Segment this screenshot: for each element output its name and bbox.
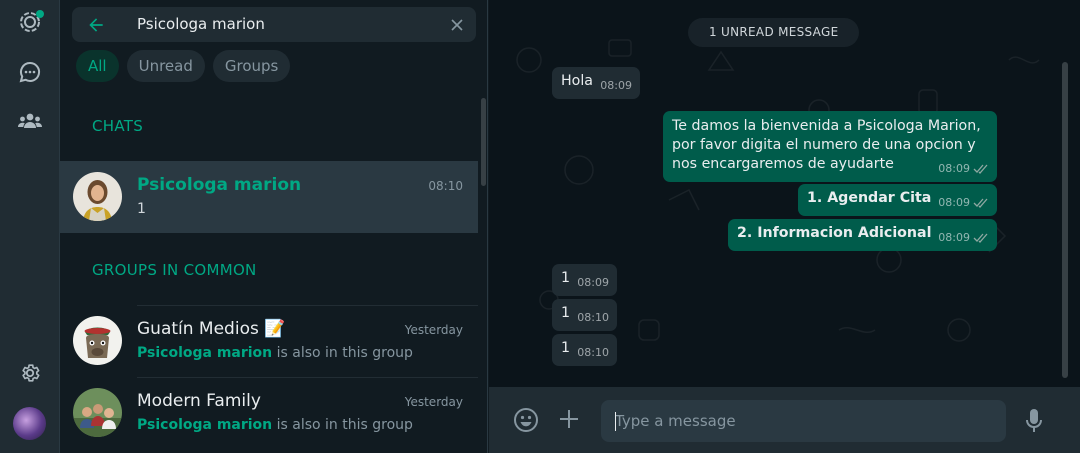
message-text: Hola	[561, 73, 593, 89]
double-check-icon	[973, 164, 988, 174]
chat-row[interactable]: Psicologa marion 08:10 1	[60, 161, 478, 233]
group-preview: Psicologa marion is also in this group	[137, 345, 413, 361]
group-preview: Psicologa marion is also in this group	[137, 417, 413, 433]
message-meta: 08:09	[938, 159, 989, 178]
chat-list-scrollbar[interactable]	[481, 98, 486, 186]
message-time: 08:10	[577, 311, 609, 324]
conversation-panel: 1 UNREAD MESSAGE Hola 08:09 Te damos la …	[489, 0, 1080, 453]
settings-icon[interactable]	[16, 359, 44, 387]
contact-avatar	[73, 172, 122, 221]
message-time: 08:09	[938, 162, 970, 175]
message-time: 08:09	[938, 196, 970, 209]
message-text: 1	[561, 270, 571, 286]
row-divider	[137, 377, 478, 378]
chat-name: Psicologa marion	[137, 175, 302, 195]
message-meta: 08:09	[600, 76, 632, 95]
group-name: Modern Family	[137, 391, 261, 411]
emoji-icon[interactable]	[513, 407, 539, 437]
message-meta: 08:09	[577, 273, 609, 292]
group-preview-suffix: is also in this group	[272, 345, 413, 361]
group-avatar	[73, 316, 122, 365]
message-meta: 08:09	[938, 228, 989, 247]
composer-bar	[489, 387, 1080, 453]
filter-groups[interactable]: Groups	[212, 50, 291, 82]
double-check-icon	[973, 198, 988, 208]
group-time: Yesterday	[404, 395, 463, 409]
message-bubble-in[interactable]: 1 08:10	[552, 299, 617, 331]
double-check-icon	[973, 233, 988, 243]
chat-list-panel: Psicologa marion All Unread Groups CHATS…	[60, 0, 488, 453]
message-bubble-in[interactable]: 1 08:10	[552, 334, 617, 366]
conversation-scrollbar[interactable]	[1062, 62, 1068, 378]
filter-unread[interactable]: Unread	[126, 50, 205, 82]
group-row[interactable]: Modern Family Yesterday Psicologa marion…	[60, 377, 478, 449]
message-meta: 08:10	[577, 308, 609, 327]
chat-preview: 1	[137, 201, 146, 217]
message-bubble-out[interactable]: Te damos la bienvenida a Psicologa Mario…	[663, 111, 997, 182]
chat-time: 08:10	[428, 179, 463, 193]
message-bubble-in[interactable]: Hola 08:09	[552, 67, 640, 99]
chats-section-header: CHATS	[92, 117, 144, 135]
message-bubble-in[interactable]: 1 08:09	[552, 264, 617, 296]
message-time: 08:09	[577, 276, 609, 289]
message-input-box[interactable]	[601, 400, 1006, 442]
microphone-icon[interactable]	[1025, 408, 1043, 438]
message-time: 08:09	[938, 231, 970, 244]
message-time: 08:09	[600, 79, 632, 92]
communities-icon[interactable]	[16, 107, 44, 135]
status-icon[interactable]	[16, 8, 44, 36]
filter-chips: All Unread Groups	[76, 50, 291, 82]
group-time: Yesterday	[404, 323, 463, 337]
back-arrow-icon[interactable]	[86, 15, 106, 39]
attach-plus-icon[interactable]	[558, 408, 580, 434]
group-member-name: Psicologa marion	[137, 417, 273, 433]
group-row[interactable]: Guatín Medios 📝 Yesterday Psicologa mari…	[60, 305, 478, 377]
search-bar[interactable]: Psicologa marion	[72, 7, 476, 42]
groups-section-header: GROUPS IN COMMON	[92, 261, 257, 279]
unread-divider: 1 UNREAD MESSAGE	[688, 18, 860, 47]
message-text: 2. Informacion Adicional	[737, 225, 932, 241]
message-input[interactable]	[601, 400, 1006, 442]
message-time: 08:10	[577, 346, 609, 359]
group-name: Guatín Medios 📝	[137, 319, 286, 339]
message-text: 1. Agendar Cita	[807, 190, 932, 206]
profile-avatar[interactable]	[13, 407, 46, 440]
text-caret	[615, 412, 616, 431]
group-avatar	[73, 388, 122, 437]
message-meta: 08:10	[577, 343, 609, 362]
message-bubble-out[interactable]: 1. Agendar Cita 08:09	[798, 184, 997, 216]
status-unread-dot	[36, 10, 44, 18]
search-input[interactable]: Psicologa marion	[137, 15, 265, 33]
group-preview-suffix: is also in this group	[272, 417, 413, 433]
message-text: 1	[561, 305, 571, 321]
row-divider	[137, 305, 478, 306]
group-member-name: Psicologa marion	[137, 345, 273, 361]
nav-rail	[0, 0, 60, 453]
channels-icon[interactable]	[16, 58, 44, 86]
message-meta: 08:09	[938, 193, 989, 212]
filter-all[interactable]: All	[76, 50, 119, 82]
message-text: 1	[561, 340, 571, 356]
message-bubble-out[interactable]: 2. Informacion Adicional 08:09	[728, 219, 997, 251]
clear-search-icon[interactable]	[450, 17, 464, 36]
